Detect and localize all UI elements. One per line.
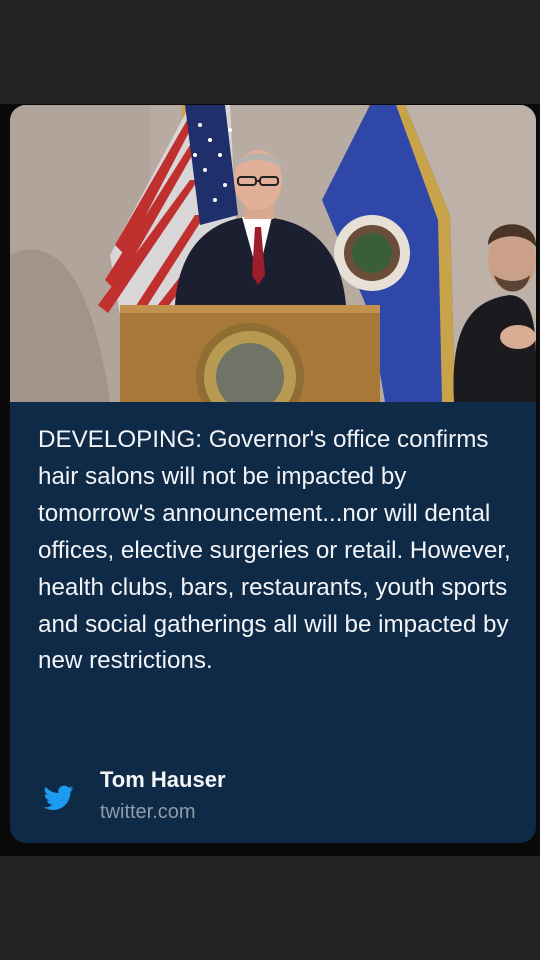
tweet-link-card[interactable]: DEVELOPING: Governor's office confirms h…: [10, 105, 536, 843]
source-domain: twitter.com: [100, 801, 196, 823]
headline-text: DEVELOPING: Governor's office confirms h…: [38, 426, 511, 675]
bottom-black-bar: [0, 856, 540, 960]
press-conference-photo: [10, 105, 536, 402]
twitter-bird-icon: [44, 785, 74, 810]
top-black-bar: [0, 0, 540, 104]
tweet-source[interactable]: Tom Hauser twitter.com: [10, 763, 536, 833]
author-name: Tom Hauser: [100, 767, 226, 792]
